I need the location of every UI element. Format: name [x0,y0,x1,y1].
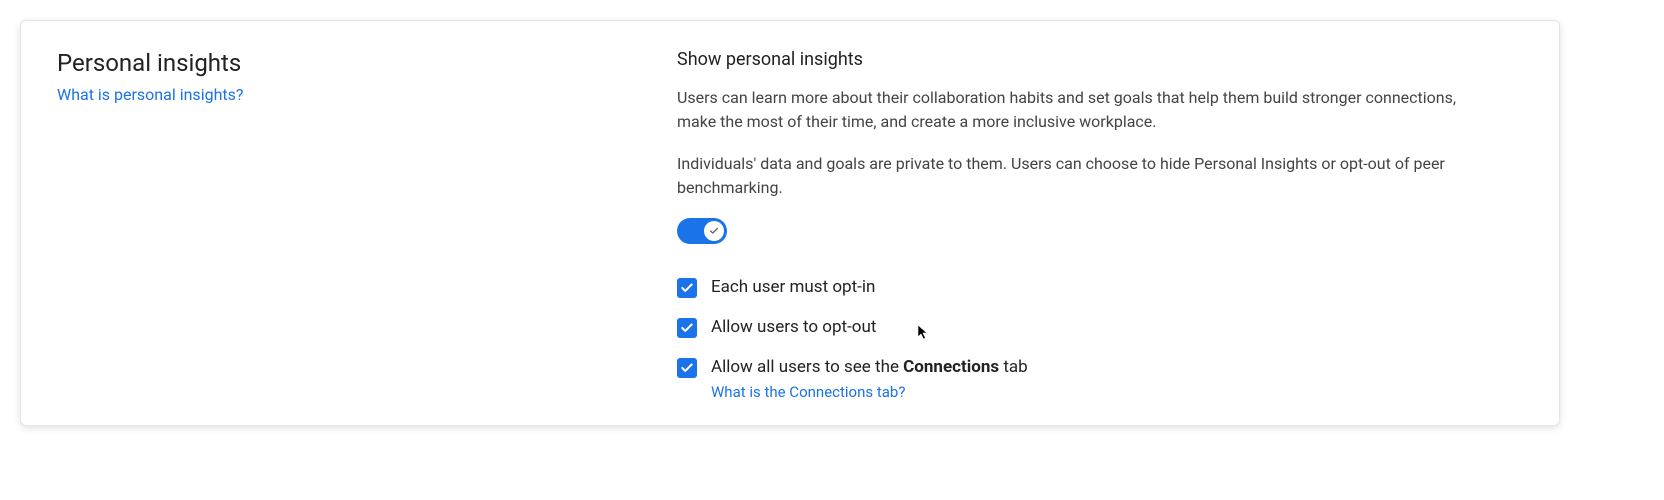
section-title: Personal insights [57,49,677,77]
setting-description-2: Individuals' data and goals are private … [677,152,1457,200]
check-icon [680,321,694,335]
checkbox-opt-out[interactable] [677,318,697,338]
checkbox-connections-tab[interactable] [677,358,697,378]
settings-content-column: Show personal insights Users can learn m… [677,49,1523,401]
personal-insights-help-link[interactable]: What is personal insights? [57,85,243,104]
option-label-wrap: Allow all users to see the Connections t… [711,356,1028,402]
toggle-knob [704,221,724,241]
setting-title: Show personal insights [677,49,1523,70]
show-insights-toggle[interactable] [677,218,727,244]
option-row: Allow users to opt-out [677,316,1523,340]
option-label: Each user must opt-in [711,276,875,300]
check-icon [680,281,694,295]
checkbox-opt-in[interactable] [677,278,697,298]
check-icon [709,226,719,236]
cursor-icon [917,324,931,342]
option-label: Allow users to opt-out [711,316,876,340]
setting-description-1: Users can learn more about their collabo… [677,86,1457,134]
option-label-bold: Connections [903,357,999,377]
option-row: Each user must opt-in [677,276,1523,300]
option-label-prefix: Allow all users to see the [711,357,903,377]
option-row: Allow all users to see the Connections t… [677,356,1523,402]
connections-tab-help-link[interactable]: What is the Connections tab? [711,383,1028,401]
check-icon [680,361,694,375]
section-header-column: Personal insights What is personal insig… [57,49,677,401]
option-label: Allow all users to see the Connections t… [711,356,1028,380]
settings-card: Personal insights What is personal insig… [20,20,1560,426]
option-label-suffix: tab [999,357,1028,377]
